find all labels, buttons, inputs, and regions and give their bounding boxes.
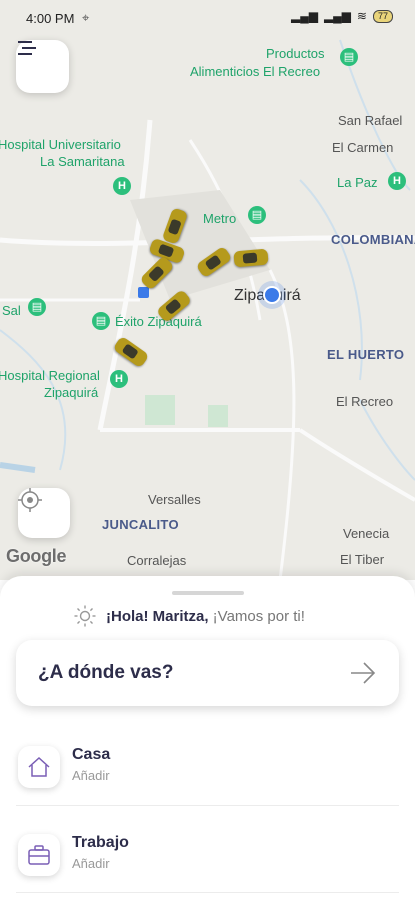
store-poi-icon[interactable]: ▤ xyxy=(248,206,266,224)
location-status-icon: ⌖ xyxy=(82,10,90,25)
google-logo: Google xyxy=(6,546,67,566)
briefcase-icon xyxy=(18,834,60,876)
crosshair-icon xyxy=(18,488,42,512)
label-juncalito: JUNCALITO xyxy=(102,517,179,532)
label-el-huerto: EL HUERTO xyxy=(327,347,405,362)
status-bar: 4:00 PM ⌖ ▂▄▆ ▂▄▆ ≋ 77 xyxy=(0,0,415,36)
store-poi-icon[interactable]: ▤ xyxy=(28,298,46,316)
label-el-recreo: El Recreo xyxy=(336,394,394,409)
label-hospital-zipaquira: Zipaquirá xyxy=(44,385,99,400)
bus-stop-icon xyxy=(138,287,149,298)
battery-icon: 77 xyxy=(372,9,393,23)
map-view[interactable]: Productos Alimenticios El Recreo ▤ San R… xyxy=(0,0,415,580)
label-corralejas: Corralejas xyxy=(127,553,187,568)
hospital-poi-icon[interactable]: H xyxy=(110,370,128,388)
signal-icon: ▂▄▆ xyxy=(290,9,318,23)
destination-search-button[interactable]: ¿A dónde vas? xyxy=(16,640,399,706)
destination-search-label: ¿A dónde vas? xyxy=(38,662,174,683)
saved-place-subtitle: Añadir xyxy=(72,856,110,871)
label-la-samaritana: La Samaritana xyxy=(40,154,125,169)
label-metro: Metro xyxy=(203,211,237,226)
arrow-right-icon xyxy=(351,662,376,684)
label-sal: Sal xyxy=(2,303,21,318)
store-poi-icon[interactable]: ▤ xyxy=(92,312,110,330)
hospital-poi-icon[interactable]: H xyxy=(388,172,406,190)
label-hospital-regional: Hospital Regional xyxy=(0,368,100,383)
label-colombiana: COLOMBIANA xyxy=(331,232,415,247)
label-versalles: Versalles xyxy=(148,492,201,507)
home-icon xyxy=(18,746,60,788)
label-productos: Productos xyxy=(266,46,325,61)
greeting: ¡Hola! Maritza, ¡Vamos por ti! xyxy=(74,605,305,627)
saved-place-subtitle: Añadir xyxy=(72,768,110,783)
label-alimenticios: Alimenticios El Recreo xyxy=(190,64,321,79)
sheet-drag-handle[interactable] xyxy=(172,591,244,595)
saved-place-work[interactable]: Trabajo Añadir xyxy=(16,826,399,896)
hospital-poi-icon[interactable]: H xyxy=(113,177,131,195)
label-la-paz: La Paz xyxy=(337,175,378,190)
saved-place-title: Trabajo xyxy=(72,834,129,851)
user-location-icon xyxy=(263,286,281,304)
label-san-rafael: San Rafael xyxy=(338,113,403,128)
sun-icon xyxy=(74,605,96,627)
label-venecia: Venecia xyxy=(343,526,390,541)
taxi-marker-icon[interactable] xyxy=(233,248,269,268)
greeting-text: ¡Vamos por ti! xyxy=(208,607,305,625)
menu-icon xyxy=(18,41,36,55)
menu-button[interactable] xyxy=(16,40,69,93)
label-hospital-universitario: Hospital Universitario xyxy=(0,137,121,152)
status-time: 4:00 PM xyxy=(26,11,75,26)
bottom-sheet[interactable]: ¡Hola! Maritza, ¡Vamos por ti! ¿A dónde … xyxy=(0,576,415,900)
saved-place-title: Casa xyxy=(72,746,111,763)
saved-place-home[interactable]: Casa Añadir xyxy=(16,738,399,808)
greeting-name: ¡Hola! Maritza, xyxy=(106,607,209,625)
label-exito: Éxito Zipaquirá xyxy=(115,314,202,329)
divider xyxy=(16,892,399,893)
wifi-icon: ≋ xyxy=(356,9,367,23)
store-poi-icon[interactable]: ▤ xyxy=(340,48,358,66)
signal-icon: ▂▄▆ xyxy=(323,9,351,23)
divider xyxy=(16,805,399,806)
label-el-carmen: El Carmen xyxy=(332,140,394,155)
label-el-tiber: El Tiber xyxy=(340,552,385,567)
my-location-button[interactable] xyxy=(18,488,70,538)
